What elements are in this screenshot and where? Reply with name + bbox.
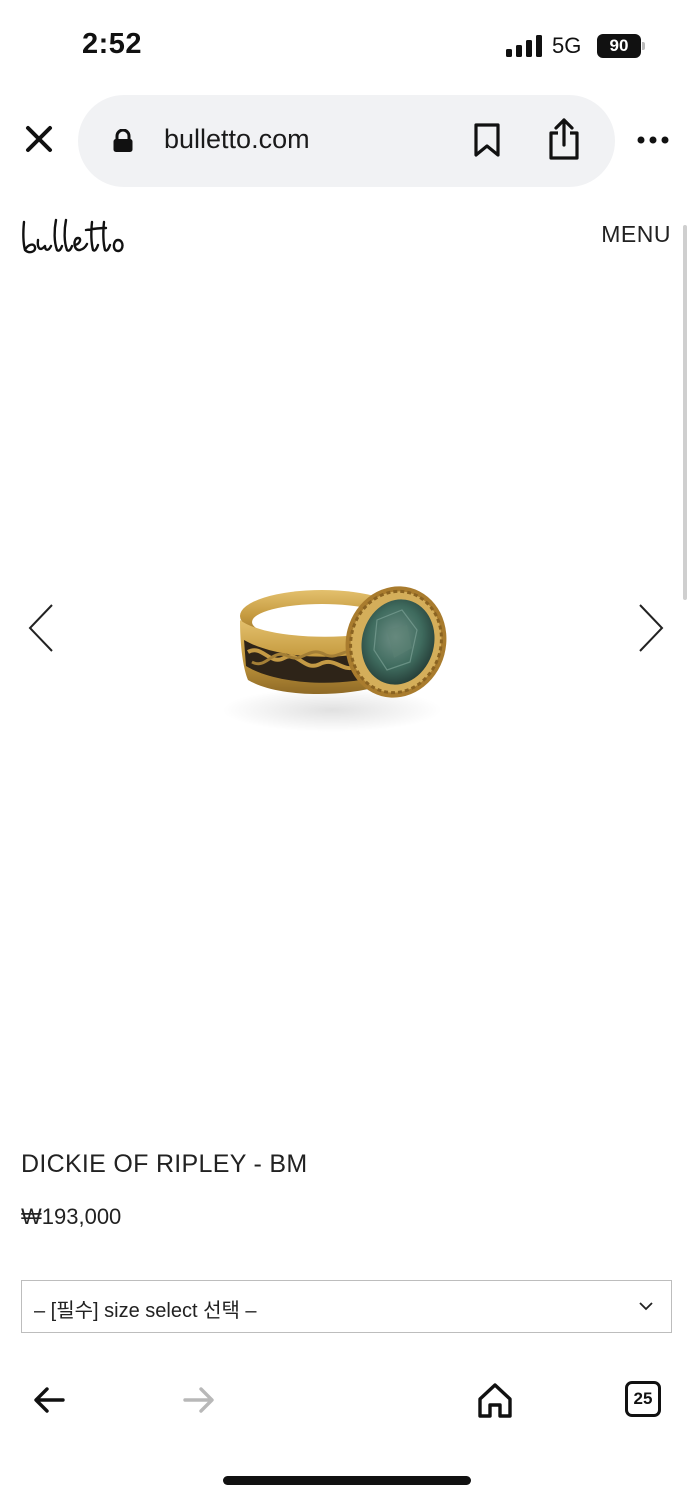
- tabs-icon[interactable]: 25: [625, 1381, 661, 1417]
- chevron-right-icon[interactable]: [634, 602, 668, 654]
- status-time: 2:52: [82, 28, 143, 60]
- battery-icon: 90: [597, 34, 645, 58]
- product-image-carousel: [0, 270, 693, 990]
- status-bar: 2:52 5G 90: [0, 0, 693, 90]
- menu-link[interactable]: MENU: [601, 221, 671, 248]
- size-select-value: – [필수] size select 선택 –: [34, 1300, 257, 1322]
- battery-level: 90: [597, 34, 641, 58]
- network-type: 5G: [552, 33, 582, 58]
- bookmark-icon[interactable]: [472, 122, 502, 158]
- share-icon[interactable]: [546, 117, 582, 161]
- close-icon[interactable]: [20, 120, 58, 158]
- battery-tip: [642, 42, 645, 50]
- url-text[interactable]: bulletto.com: [164, 124, 310, 155]
- product-image: [222, 586, 447, 732]
- bulletto-logo[interactable]: [20, 216, 132, 260]
- forward-arrow-icon[interactable]: [182, 1385, 216, 1415]
- chevron-left-icon[interactable]: [24, 602, 58, 654]
- size-select-dropdown[interactable]: – [필수] size select 선택 –: [21, 1280, 672, 1333]
- home-icon[interactable]: [476, 1381, 514, 1419]
- product-name: DICKIE OF RIPLEY - BM: [21, 1150, 308, 1178]
- address-bar[interactable]: bulletto.com: [78, 95, 615, 187]
- home-indicator[interactable]: [223, 1476, 471, 1485]
- cellular-signal-icon: [506, 35, 542, 57]
- product-price: ₩193,000: [21, 1204, 122, 1229]
- lock-icon: [113, 129, 133, 152]
- chevron-down-icon: [639, 1302, 653, 1311]
- more-icon[interactable]: [636, 134, 670, 146]
- back-arrow-icon[interactable]: [32, 1385, 66, 1415]
